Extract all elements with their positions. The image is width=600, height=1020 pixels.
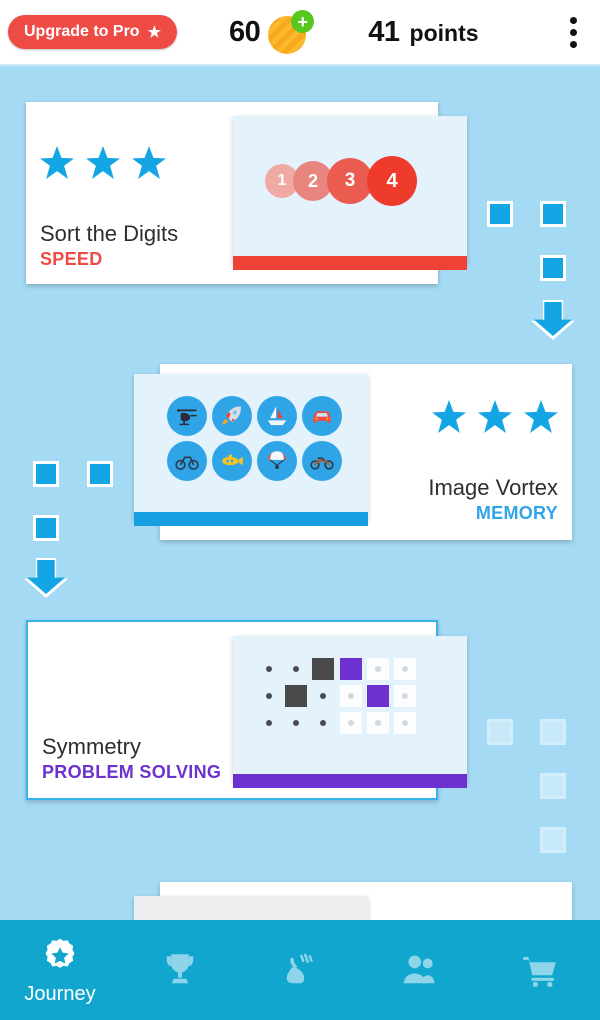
game-thumbnail-image-vortex[interactable] (134, 374, 368, 526)
card-stars-and-text: Image Vortex MEMORY (428, 400, 558, 524)
upgrade-to-pro-label: Upgrade to Pro (24, 23, 140, 40)
coin-count: 60 (229, 15, 261, 48)
journey-path-node-locked[interactable] (540, 827, 566, 853)
card-accent-bar (233, 774, 467, 788)
journey-path-node-locked[interactable] (487, 719, 513, 745)
grid-cell[interactable] (394, 658, 416, 680)
card-text: Symmetry PROBLEM SOLVING (42, 734, 221, 783)
journey-badge-icon (38, 935, 82, 979)
coin-balance[interactable]: 60 + (229, 10, 315, 54)
nav-item-trophy[interactable] (120, 948, 240, 992)
grid-cell[interactable] (340, 685, 362, 707)
journey-path-node[interactable] (540, 201, 566, 227)
app-header: Upgrade to Pro ★ 60 + 41 points (0, 0, 600, 66)
journey-path-node[interactable] (33, 461, 59, 487)
points-balance: 41 points (368, 16, 478, 49)
grid-cell[interactable] (340, 658, 362, 680)
grid-cell (258, 712, 280, 734)
points-label: points (409, 19, 479, 46)
nav-item-workout[interactable] (240, 948, 360, 992)
grid-cell (258, 658, 280, 680)
kebab-menu-icon[interactable] (570, 16, 578, 48)
coin-icon: + (268, 10, 315, 54)
grid-cell[interactable] (340, 712, 362, 734)
journey-path-node-locked[interactable] (540, 719, 566, 745)
card-title: Sort the Digits (40, 221, 179, 246)
workout-icon (278, 948, 322, 992)
grid-cell (312, 685, 334, 707)
points-count: 41 (368, 15, 400, 48)
nav-label-journey: Journey (24, 982, 96, 1005)
helicopter-icon (167, 396, 207, 436)
card-category: MEMORY (475, 503, 558, 523)
friends-icon (398, 948, 442, 992)
star-rating (428, 400, 558, 433)
upgrade-to-pro-button[interactable]: Upgrade to Pro ★ (8, 15, 178, 49)
star-icon (86, 146, 120, 179)
star-icon (432, 400, 466, 433)
motorcycle-icon (302, 441, 342, 481)
digit-circle: 4 (367, 156, 417, 206)
journey-path-node[interactable] (540, 255, 566, 281)
coin-add-badge[interactable]: + (291, 10, 315, 33)
card-category: SPEED (40, 249, 103, 269)
grid-cell[interactable] (394, 712, 416, 734)
digit-circles: 1 2 3 4 (265, 156, 417, 206)
journey-path-node-locked[interactable] (540, 773, 566, 799)
symmetry-grid-left (258, 658, 334, 734)
parachute-icon (257, 441, 297, 481)
car-icon (302, 396, 342, 436)
grid-cell[interactable] (367, 658, 389, 680)
card-title: Image Vortex (428, 475, 558, 500)
transport-icon-grid (167, 396, 342, 481)
app-screen: Upgrade to Pro ★ 60 + 41 points Sort the… (0, 0, 600, 1020)
star-icon (40, 146, 74, 179)
star-icon (478, 400, 512, 433)
grid-cell (285, 658, 307, 680)
card-stars-and-text: Sort the Digits SPEED (40, 146, 178, 270)
grid-cell[interactable] (367, 685, 389, 707)
journey-path-arrow-icon[interactable] (534, 302, 572, 336)
game-thumbnail-sort-the-digits[interactable]: 1 2 3 4 (233, 116, 467, 270)
star-rating (40, 146, 178, 179)
card-title: Symmetry (42, 734, 141, 759)
grid-cell (312, 712, 334, 734)
card-accent-bar (134, 512, 368, 526)
card-category: PROBLEM SOLVING (42, 762, 222, 782)
star-icon: ★ (147, 23, 162, 41)
kebab-dot (570, 40, 577, 48)
nav-item-friends[interactable] (360, 948, 480, 992)
grid-cell (258, 685, 280, 707)
sailboat-icon (257, 396, 297, 436)
journey-path-node[interactable] (87, 461, 113, 487)
star-icon (524, 400, 558, 433)
bottom-navigation: Journey (0, 920, 600, 1020)
card-accent-bar (233, 256, 467, 270)
grid-cell[interactable] (394, 685, 416, 707)
nav-item-journey[interactable]: Journey (0, 935, 120, 1006)
rocket-icon (212, 396, 252, 436)
journey-path-node[interactable] (487, 201, 513, 227)
symmetry-grid (258, 658, 416, 734)
bicycle-icon (167, 441, 207, 481)
kebab-dot (570, 16, 577, 24)
nav-item-shop[interactable] (480, 948, 600, 992)
grid-cell[interactable] (367, 712, 389, 734)
cart-icon (518, 948, 562, 992)
submarine-icon (212, 441, 252, 481)
grid-cell (285, 712, 307, 734)
grid-cell (285, 685, 307, 707)
grid-cell (312, 658, 334, 680)
journey-path-arrow-icon[interactable] (27, 560, 65, 594)
symmetry-grid-right[interactable] (340, 658, 416, 734)
game-thumbnail-symmetry[interactable] (233, 636, 467, 788)
kebab-dot (570, 28, 577, 36)
star-icon (132, 146, 166, 179)
journey-path-node[interactable] (33, 515, 59, 541)
trophy-icon (158, 948, 202, 992)
